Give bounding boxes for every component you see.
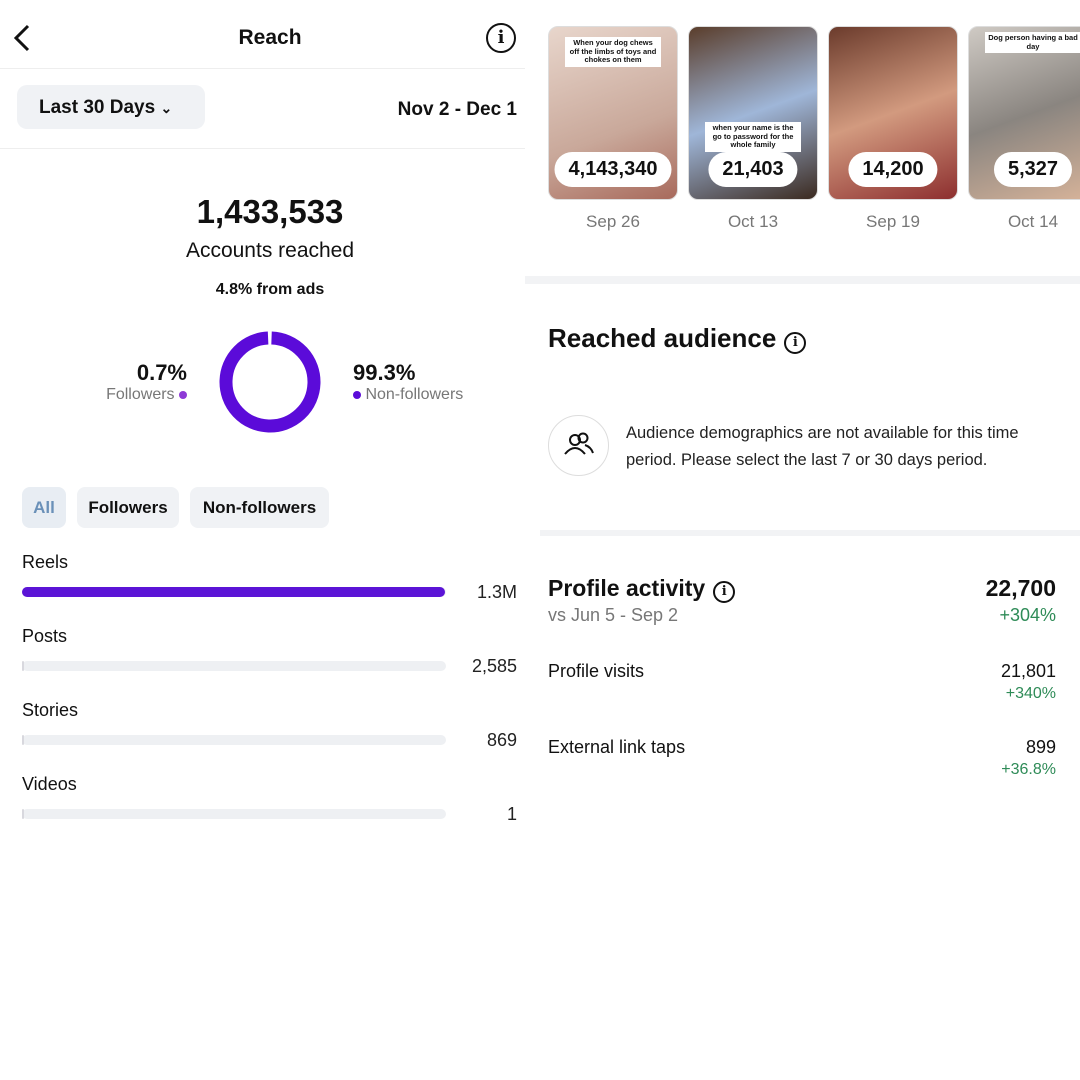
content-type-bar-track (22, 735, 446, 745)
top-content-thumbnail[interactable]: when your name is the go to password for… (688, 26, 818, 200)
content-type-bar-fill (22, 809, 25, 819)
post-date: Sep 19 (866, 212, 920, 231)
nonfollowers-arc (219, 331, 321, 433)
range-label: Last 30 Days (39, 97, 156, 118)
content-type-label: Stories (22, 700, 79, 720)
content-type-label: Videos (22, 774, 77, 794)
content-type-value: 1.3M (476, 582, 517, 602)
content-type-value: 2,585 (471, 656, 517, 676)
profile-visits-label: Profile visits (548, 661, 645, 681)
tab-all[interactable]: All (22, 487, 66, 528)
tab-followers[interactable]: Followers (77, 487, 179, 528)
post-date: Sep 26 (586, 212, 640, 231)
content-type-bar-track (22, 661, 446, 671)
content-type-label: Reels (22, 552, 69, 572)
date-range-text: Nov 2 - Dec 1 (397, 99, 517, 120)
post-date: Oct 13 (727, 212, 779, 231)
chevron-down-icon: ⌄ (160, 100, 173, 116)
followers-legend: 0.7% Followers (106, 360, 187, 404)
content-type-bar-track (22, 809, 446, 819)
content-type-value: 1 (506, 804, 517, 824)
content-type-bar-fill (22, 735, 25, 745)
external-link-taps-label: External link taps (548, 737, 686, 757)
content-type-bar-fill (22, 661, 25, 671)
followers-label: Followers (106, 386, 175, 403)
info-icon[interactable]: i (486, 23, 516, 53)
thumbnail-caption: When your dog chews off the limbs of toy… (565, 37, 661, 67)
profile-visits-value: 21,801 (1000, 661, 1056, 681)
reach-count-badge: 5,327 (993, 152, 1073, 187)
accounts-reached-count: 1,433,533 (196, 193, 344, 230)
content-type-bar-track (22, 587, 446, 597)
followers-pct: 0.7% (136, 360, 187, 385)
nonfollowers-legend: 99.3% Non-followers (353, 360, 463, 404)
top-content-thumbnail[interactable]: Dog person having a bad day 5,327 (968, 26, 1080, 200)
from-ads: 4.8% from ads (215, 281, 325, 298)
profile-activity-header: Profile activity i (548, 575, 736, 603)
reach-count-badge: 14,200 (848, 152, 938, 187)
accounts-reached-label: Accounts reached (185, 239, 355, 262)
nonfollowers-label: Non-followers (365, 386, 464, 403)
reach-count-badge: 21,403 (708, 152, 798, 187)
audience-unavailable-message: Audience demographics are not available … (626, 424, 1019, 469)
nonfollowers-dot (353, 390, 361, 399)
content-type-bar-fill (22, 587, 446, 597)
content-type-label: Posts (22, 626, 68, 646)
post-date: Oct 14 (1007, 212, 1059, 231)
divider (0, 68, 525, 69)
profile-visits-change: +340% (1005, 685, 1056, 702)
external-link-taps-value: 899 (1025, 737, 1056, 757)
external-link-taps-change: +36.8% (1001, 761, 1056, 778)
top-content-thumbnail[interactable]: 14,200 (828, 26, 958, 200)
content-type-value: 869 (486, 730, 517, 750)
info-icon[interactable]: i (713, 580, 736, 603)
reached-audience-title: Reached audience (548, 323, 777, 353)
profile-activity-title: Profile activity (548, 575, 706, 601)
compare-period: vs Jun 5 - Sep 2 (548, 605, 679, 625)
profile-activity-total: 22,700 (985, 575, 1056, 601)
section-divider (525, 276, 1080, 284)
profile-activity-change: +304% (999, 605, 1056, 625)
nonfollowers-pct: 99.3% (353, 360, 416, 385)
reached-audience-header: Reached audience i (548, 323, 807, 354)
thumbnail-caption: Dog person having a bad day (985, 32, 1080, 54)
reach-donut-chart (219, 331, 321, 433)
divider (0, 148, 525, 149)
reach-count-badge: 4,143,340 (554, 152, 672, 187)
tab-non-followers[interactable]: Non-followers (190, 487, 329, 528)
date-range-dropdown[interactable]: Last 30 Days ⌄ (17, 85, 205, 129)
top-content-thumbnail[interactable]: When your dog chews off the limbs of toy… (548, 26, 678, 200)
people-icon (548, 415, 609, 476)
info-icon[interactable]: i (784, 331, 807, 354)
page-title: Reach (238, 26, 302, 49)
followers-dot (179, 390, 187, 399)
thumbnail-caption: when your name is the go to password for… (705, 122, 801, 152)
section-divider (540, 530, 1080, 536)
